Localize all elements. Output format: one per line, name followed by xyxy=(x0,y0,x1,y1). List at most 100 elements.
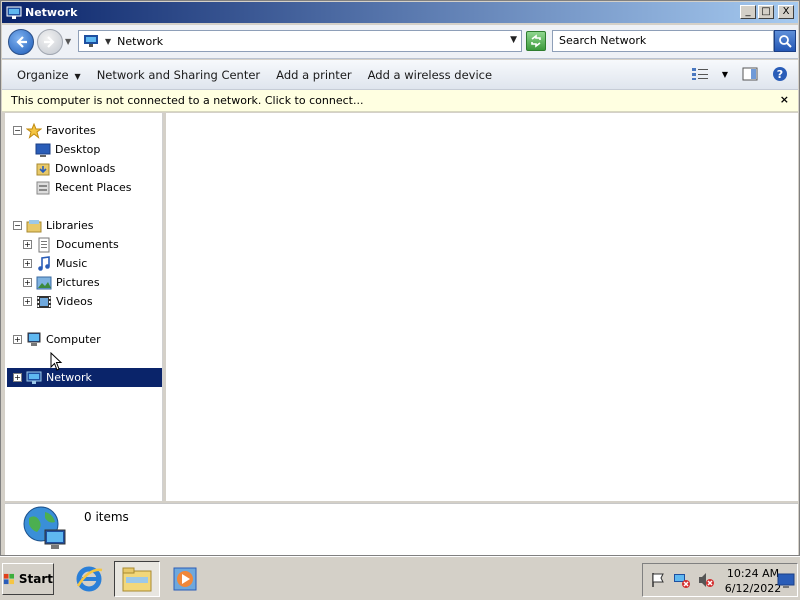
system-tray: 10:24 AM 6/12/2022 xyxy=(642,563,798,597)
pictures-icon xyxy=(36,276,52,289)
add-printer-button[interactable]: Add a printer xyxy=(268,63,359,87)
documents-icon xyxy=(38,237,50,252)
taskbar: Start 10:24 AM 6/12/2022 xyxy=(0,556,800,600)
desktop-icon xyxy=(35,143,51,157)
preview-pane-icon xyxy=(742,67,758,81)
refresh-icon xyxy=(531,34,541,48)
search-button[interactable] xyxy=(774,30,796,52)
network-globe-icon xyxy=(23,506,66,549)
libraries-icon xyxy=(26,219,42,232)
search-input[interactable]: Search Network xyxy=(552,30,774,52)
help-button[interactable]: ? xyxy=(770,64,790,84)
tree-label: Pictures xyxy=(56,276,100,289)
forward-button[interactable] xyxy=(37,28,63,55)
tree-label: Music xyxy=(56,257,88,270)
taskbar-internet-explorer[interactable] xyxy=(66,561,112,597)
videos-icon xyxy=(37,295,51,308)
network-sharing-center-button[interactable]: Network and Sharing Center xyxy=(89,63,268,87)
recent-places-icon xyxy=(36,181,50,194)
windows-logo-icon xyxy=(3,573,15,585)
media-player-icon xyxy=(173,567,197,591)
address-bar[interactable]: ▼ Network ▼ xyxy=(78,30,522,52)
start-label: Start xyxy=(18,572,53,586)
expand-icon[interactable]: + xyxy=(13,335,22,344)
network-infobar[interactable]: This computer is not connected to a netw… xyxy=(2,90,798,112)
organize-menu[interactable]: Organize ▼ xyxy=(9,63,89,87)
tree-label: Videos xyxy=(56,295,93,308)
back-button[interactable] xyxy=(8,28,34,55)
views-dropdown-icon[interactable]: ▼ xyxy=(720,64,730,84)
views-button[interactable] xyxy=(690,64,710,84)
collapse-icon[interactable]: − xyxy=(13,126,22,135)
expand-icon[interactable]: + xyxy=(23,297,32,306)
breadcrumb-network[interactable]: Network xyxy=(117,35,163,48)
tree-label: Favorites xyxy=(46,124,96,137)
content-area[interactable] xyxy=(166,113,798,501)
command-bar: Organize ▼ Network and Sharing Center Add… xyxy=(2,60,798,90)
computer-icon xyxy=(27,332,41,346)
network-icon xyxy=(26,371,42,384)
tree-item-computer[interactable]: + Computer xyxy=(13,330,171,349)
volume-muted-icon[interactable] xyxy=(697,571,715,589)
add-wireless-device-button[interactable]: Add a wireless device xyxy=(360,63,500,87)
navigation-pane: − Favorites Desktop Downloads Recent Pla… xyxy=(5,113,163,501)
folder-icon xyxy=(122,567,152,592)
taskbar-media-player[interactable] xyxy=(162,561,208,597)
start-button[interactable]: Start xyxy=(2,563,54,595)
search-icon xyxy=(779,35,792,48)
tree-label: Network xyxy=(46,371,92,384)
star-icon xyxy=(26,122,42,139)
tree-item-documents[interactable]: + Documents xyxy=(23,235,181,254)
chevron-down-icon: ▼ xyxy=(74,71,81,81)
refresh-button[interactable] xyxy=(526,31,546,51)
tree-item-videos[interactable]: + Videos xyxy=(23,292,181,311)
music-note-icon xyxy=(38,255,50,271)
item-count: 0 items xyxy=(84,510,129,524)
window-title: Network xyxy=(25,6,78,19)
tree-item-pictures[interactable]: + Pictures xyxy=(23,273,181,292)
tree-item-music[interactable]: + Music xyxy=(23,254,181,273)
system-clock[interactable]: 10:24 AM 6/12/2022 xyxy=(723,566,783,596)
expand-icon[interactable]: + xyxy=(23,240,32,249)
organize-label: Organize xyxy=(17,67,69,82)
collapse-icon[interactable]: − xyxy=(13,221,22,230)
tree-item-favorites[interactable]: − Favorites xyxy=(13,121,171,140)
action-center-flag-icon[interactable] xyxy=(649,571,667,589)
title-bar[interactable]: Network _ □ X xyxy=(2,2,798,23)
history-dropdown-icon[interactable]: ▼ xyxy=(65,37,75,46)
preview-pane-button[interactable] xyxy=(740,64,760,84)
views-icon xyxy=(692,68,708,80)
tree-label: Desktop xyxy=(55,143,101,156)
expand-icon[interactable]: + xyxy=(13,373,22,382)
clock-date: 6/12/2022 xyxy=(724,582,782,595)
tree-item-libraries[interactable]: − Libraries xyxy=(13,216,171,235)
details-pane: 0 items xyxy=(5,503,798,555)
infobar-message[interactable]: This computer is not connected to a netw… xyxy=(11,94,363,107)
tree-item-network[interactable]: + Network xyxy=(7,368,162,387)
network-icon xyxy=(84,35,98,47)
forward-arrow-icon xyxy=(44,35,55,48)
address-dropdown-icon[interactable]: ▼ xyxy=(510,35,517,45)
expand-icon[interactable]: + xyxy=(23,278,32,287)
clock-time: 10:24 AM xyxy=(726,567,780,580)
tree-label: Computer xyxy=(46,333,101,346)
tree-label: Recent Places xyxy=(55,181,132,194)
navigation-bar: ▼ ▼ Network ▼ Search Network xyxy=(2,25,798,59)
tree-label: Documents xyxy=(56,238,119,251)
taskbar-windows-explorer[interactable] xyxy=(114,561,160,597)
tree-label: Downloads xyxy=(55,162,116,175)
internet-explorer-icon xyxy=(76,566,103,592)
maximize-button[interactable]: □ xyxy=(758,5,774,19)
explorer-window: Network _ □ X ▼ ▼ Network ▼ Search Netwo… xyxy=(0,0,800,556)
svg-text:?: ? xyxy=(777,68,783,81)
show-desktop-icon[interactable] xyxy=(777,571,795,589)
close-button[interactable]: X xyxy=(778,5,794,19)
downloads-folder-icon xyxy=(36,163,50,175)
expand-icon[interactable]: + xyxy=(23,259,32,268)
help-icon: ? xyxy=(773,67,787,81)
minimize-button[interactable]: _ xyxy=(740,5,756,19)
tree-label: Libraries xyxy=(46,219,94,232)
breadcrumb-chevron-icon[interactable]: ▼ xyxy=(105,37,111,46)
network-disconnected-icon[interactable] xyxy=(673,571,691,589)
infobar-close-button[interactable]: × xyxy=(780,93,789,106)
